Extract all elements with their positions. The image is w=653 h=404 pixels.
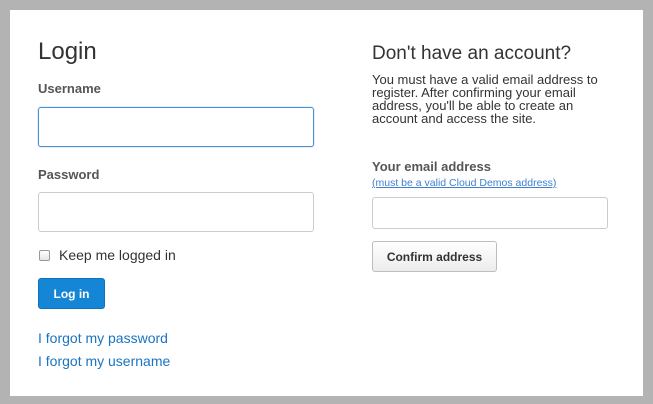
register-description-line-4: account and access the site. — [372, 111, 537, 126]
password-input[interactable] — [38, 192, 314, 232]
login-panel: Login Username Password Keep me logged i… — [10, 10, 643, 396]
username-input[interactable] — [38, 107, 314, 147]
confirm-address-button[interactable]: Confirm address — [372, 241, 497, 272]
password-label: Password — [38, 167, 100, 182]
log-in-button[interactable]: Log in — [38, 278, 105, 309]
register-title: Don't have an account? — [372, 43, 572, 64]
email-label: Your email address — [372, 159, 491, 174]
keep-logged-in-checkbox[interactable] — [39, 250, 50, 261]
email-hint-link[interactable]: (must be a valid Cloud Demos address) — [372, 177, 556, 189]
login-title: Login — [38, 38, 97, 65]
keep-logged-in-label[interactable]: Keep me logged in — [59, 247, 176, 263]
username-label: Username — [38, 81, 101, 96]
forgot-username-link[interactable]: I forgot my username — [38, 353, 170, 369]
email-input[interactable] — [372, 197, 608, 229]
forgot-password-link[interactable]: I forgot my password — [38, 330, 168, 346]
